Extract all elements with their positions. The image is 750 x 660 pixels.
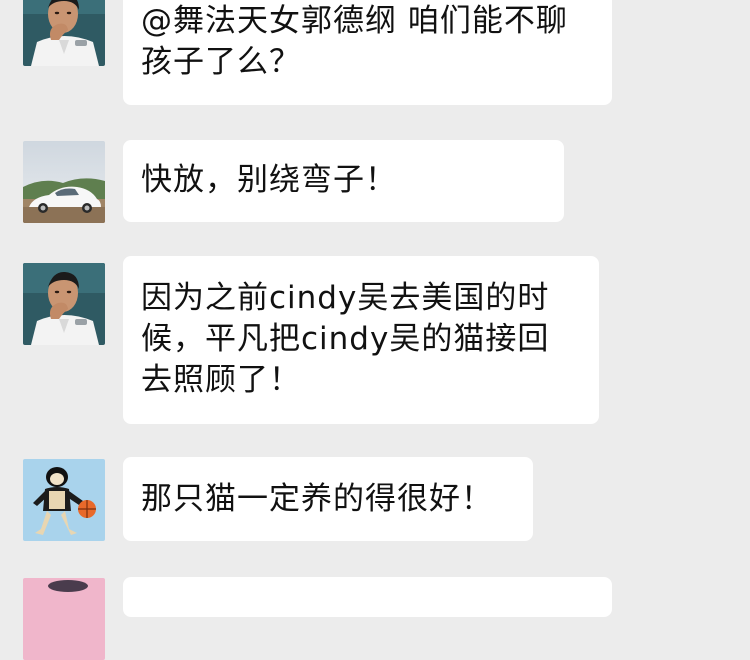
message-text[interactable]: 那只猫一定养的得很好！ — [141, 479, 533, 520]
basketball-character-avatar[interactable] — [23, 459, 105, 541]
car-image — [23, 141, 105, 223]
message-text[interactable]: 因为之前cindy吴去美国的时 候，平凡把cindy吴的猫接回 去照顾了！ — [141, 278, 599, 401]
pink-avatar[interactable] — [23, 578, 105, 660]
man-thinking-avatar[interactable] — [23, 263, 105, 345]
white-sports-car-avatar[interactable] — [23, 141, 105, 223]
man-portrait-image — [23, 0, 105, 66]
message-bubble: @舞法天女郭德纲 咱们能不聊 孩子了么？ — [123, 0, 612, 105]
pink-portrait-image — [23, 578, 105, 660]
message-text[interactable]: @舞法天女郭德纲 咱们能不聊 孩子了么？ — [141, 1, 612, 83]
man-portrait-image — [23, 263, 105, 345]
man-thinking-avatar[interactable] — [23, 0, 105, 66]
message-bubble: 快放，别绕弯子！ — [123, 140, 564, 222]
message-bubble: 因为之前cindy吴去美国的时 候，平凡把cindy吴的猫接回 去照顾了！ — [123, 256, 599, 424]
message-bubble: 那只猫一定养的得很好！ — [123, 457, 533, 541]
message-bubble — [123, 577, 612, 617]
cartoon-character-image — [23, 459, 105, 541]
message-text[interactable]: 快放，别绕弯子！ — [141, 160, 564, 201]
chat-message-list: @舞法天女郭德纲 咱们能不聊 孩子了么？ 快放，别绕弯子！ 因为之前cindy吴… — [0, 0, 750, 660]
